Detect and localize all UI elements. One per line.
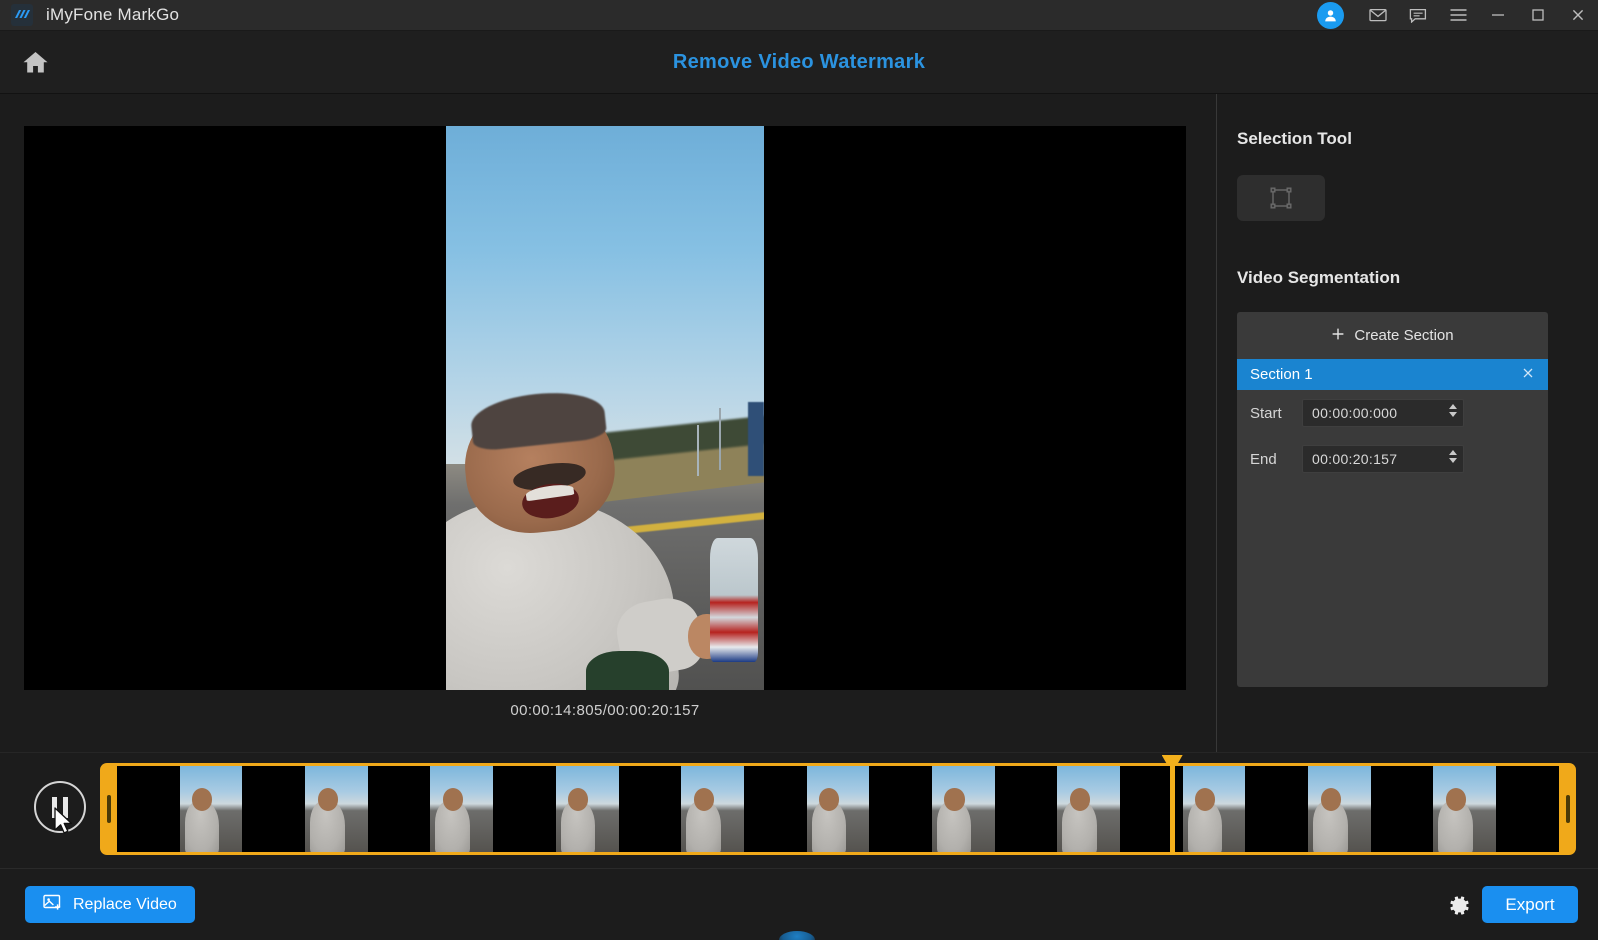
- title-bar: iMyFone MarkGo: [0, 0, 1598, 31]
- timeline-area: [0, 752, 1598, 868]
- timeline-thumbnail: [242, 766, 306, 852]
- titlebar-controls: [1317, 0, 1598, 31]
- video-segmentation-heading: Video Segmentation: [1237, 268, 1401, 287]
- maximize-icon[interactable]: [1518, 0, 1558, 31]
- mail-icon[interactable]: [1358, 0, 1398, 31]
- segmentation-box: Create Section Section 1 Start 00:00:00:…: [1237, 312, 1548, 687]
- trim-handle-left[interactable]: [100, 763, 117, 855]
- end-time-value: 00:00:20:157: [1312, 451, 1398, 467]
- page-header: Remove Video Watermark: [0, 31, 1598, 94]
- markgo-logo-icon: [11, 4, 33, 26]
- video-truck: [748, 402, 764, 476]
- end-stepper[interactable]: [1449, 450, 1457, 463]
- app-window: iMyFone MarkGo Remove Video Watermark 00…: [0, 0, 1598, 940]
- selection-tool-heading: Selection Tool: [1237, 129, 1352, 148]
- timeline-thumbnail: [1308, 766, 1371, 852]
- timeline-thumbnail: [743, 766, 807, 852]
- timeline-thumbnail: [806, 766, 870, 852]
- close-icon[interactable]: [1518, 365, 1538, 385]
- timeline-thumbnail: [994, 766, 1058, 852]
- timeline-thumbnail: [869, 766, 932, 852]
- timeline-thumbnail: [681, 766, 744, 852]
- timeline-thumbnail: [1370, 766, 1434, 852]
- feedback-icon[interactable]: [1398, 0, 1438, 31]
- timeline-thumbnail: [555, 766, 619, 852]
- playhead[interactable]: [1161, 755, 1183, 855]
- video-water-bottle: [709, 537, 758, 662]
- start-stepper[interactable]: [1449, 404, 1457, 417]
- bottom-notification-glow: [779, 931, 815, 940]
- section-name: Section 1: [1250, 366, 1313, 383]
- timeline-thumbnail: [430, 766, 494, 852]
- timeline-thumbnail: [931, 766, 995, 852]
- export-label: Export: [1505, 894, 1555, 914]
- selection-rectangle-icon[interactable]: [1237, 175, 1325, 221]
- image-replace-icon: [43, 894, 63, 916]
- replace-video-button[interactable]: Replace Video: [25, 886, 195, 923]
- replace-video-label: Replace Video: [73, 895, 177, 913]
- timeline-thumbnails[interactable]: [117, 766, 1559, 852]
- pause-bar: [52, 796, 57, 818]
- stepper-up-icon[interactable]: [1449, 404, 1457, 409]
- timeline-thumbnail: [1245, 766, 1309, 852]
- hamburger-menu-icon[interactable]: [1438, 0, 1478, 31]
- create-section-label: Create Section: [1354, 327, 1454, 344]
- timeline-thumbnail: [305, 766, 368, 852]
- timeline-thumbnail: [1433, 766, 1497, 852]
- timeline-thumbnail: [618, 766, 682, 852]
- plus-icon: [1331, 327, 1345, 345]
- create-section-button[interactable]: Create Section: [1237, 312, 1548, 359]
- video-frame-content: [446, 126, 764, 690]
- section-row[interactable]: Section 1: [1237, 359, 1548, 390]
- end-time-input[interactable]: 00:00:20:157: [1302, 445, 1464, 473]
- end-field-row: End 00:00:20:157: [1237, 436, 1548, 482]
- start-time-input[interactable]: 00:00:00:000: [1302, 399, 1464, 427]
- footer-bar: Replace Video Export: [0, 868, 1598, 940]
- export-button[interactable]: Export: [1482, 886, 1578, 923]
- timeline-thumbnail: [117, 766, 180, 852]
- end-label: End: [1250, 450, 1277, 468]
- stepper-up-icon[interactable]: [1449, 450, 1457, 455]
- preview-pane: 00:00:14:805/00:00:20:157: [0, 94, 1216, 752]
- stepper-down-icon[interactable]: [1449, 412, 1457, 417]
- app-title: iMyFone MarkGo: [46, 5, 180, 24]
- video-preview[interactable]: [24, 126, 1186, 690]
- minimize-icon[interactable]: [1478, 0, 1518, 31]
- timeline-thumbnail: [1182, 766, 1246, 852]
- pause-bar: [63, 796, 68, 818]
- timeline-thumbnail: [493, 766, 556, 852]
- pause-icon[interactable]: [34, 781, 86, 833]
- timecode-display: 00:00:14:805/00:00:20:157: [510, 702, 700, 719]
- close-icon[interactable]: [1558, 0, 1598, 31]
- video-person-knee: [585, 650, 669, 690]
- timeline-thumbnail: [1057, 766, 1120, 852]
- timeline-thumbnail: [1496, 766, 1559, 852]
- timeline-thumbnail: [367, 766, 431, 852]
- stepper-down-icon[interactable]: [1449, 458, 1457, 463]
- trim-handle-right[interactable]: [1559, 763, 1576, 855]
- start-time-value: 00:00:00:000: [1312, 405, 1398, 421]
- account-avatar-icon[interactable]: [1317, 1, 1344, 29]
- start-label: Start: [1250, 404, 1282, 422]
- gear-icon[interactable]: [1445, 891, 1473, 919]
- page-title: Remove Video Watermark: [672, 50, 926, 73]
- video-pole: [719, 408, 722, 471]
- tools-panel: Selection Tool Video Segmentation Create…: [1217, 94, 1598, 752]
- video-pole: [697, 424, 700, 476]
- main-content: 00:00:14:805/00:00:20:157 Selection Tool…: [0, 94, 1598, 752]
- timeline-thumbnail: [179, 766, 243, 852]
- timeline-track[interactable]: [100, 755, 1576, 855]
- start-field-row: Start 00:00:00:000: [1237, 390, 1548, 436]
